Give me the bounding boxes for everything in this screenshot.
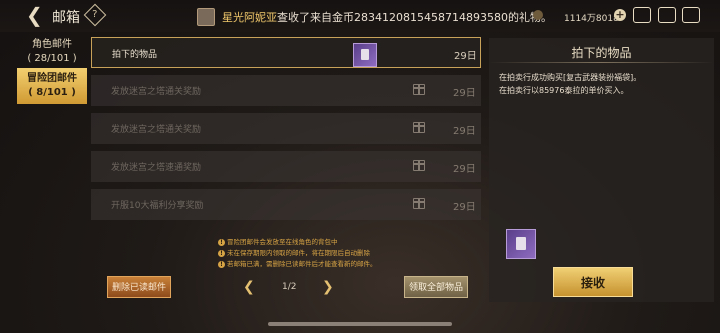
gift-icon xyxy=(413,160,425,171)
tab-count: ( 8/101 ) xyxy=(28,87,76,98)
info-note: ! 冒险团邮件会发放至在线角色的背包中 xyxy=(218,236,338,246)
attachment-item-icon[interactable] xyxy=(506,229,536,259)
detail-text: 在拍卖行成功购买[复古武器装扮福袋]。 xyxy=(499,73,642,82)
mail-title: 发放迷宫之塔速通奖励 xyxy=(111,163,202,173)
mail-days: 29日 xyxy=(453,202,476,213)
mail-detail-panel: 拍下的物品 在拍卖行成功购买[复古武器装扮福袋]。 在拍卖行以85976泰拉的单… xyxy=(489,38,714,302)
delete-read-button[interactable]: 删除已读邮件 xyxy=(107,276,171,298)
notice-avatar-icon xyxy=(197,8,215,26)
divider xyxy=(489,62,714,63)
gift-icon xyxy=(413,122,425,133)
menu-icon[interactable] xyxy=(682,7,700,23)
receive-button[interactable]: 接收 xyxy=(553,267,633,297)
tab-label: 角色邮件 xyxy=(32,39,72,50)
mail-row[interactable]: 发放迷宫之塔通关奖励 29日 xyxy=(91,113,481,144)
info-icon: ! xyxy=(218,249,225,257)
mail-row[interactable]: 发放迷宫之塔通关奖励 29日 xyxy=(91,75,481,106)
mail-row[interactable]: 发放迷宫之塔速通奖励 29日 xyxy=(91,151,481,182)
info-icon: ! xyxy=(218,238,225,246)
info-note: ! 未在保存期限内领取的邮件，将在期限后自动删除 xyxy=(218,247,370,257)
mail-days: 29日 xyxy=(454,51,477,62)
mail-days: 29日 xyxy=(453,164,476,175)
notice-text: 查收了来自金币2834120815458714893580的礼物。 xyxy=(277,11,552,24)
detail-text: 在拍卖行以85976泰拉的单价买入。 xyxy=(499,86,629,95)
tab-adventure-mail[interactable]: 冒险团邮件 ( 8/101 ) xyxy=(17,68,87,104)
mail-title: 开服10大福利分享奖励 xyxy=(111,201,204,211)
bag-icon[interactable] xyxy=(633,7,651,23)
mail-row[interactable]: 拍下的物品 29日 xyxy=(91,37,481,68)
page-indicator: 1/2 xyxy=(282,282,297,292)
broadcast-notice: 星光阿妮亚查收了来自金币2834120815458714893580的礼物。 xyxy=(222,9,552,25)
gift-icon xyxy=(413,84,425,95)
home-indicator xyxy=(268,322,452,326)
next-page-icon[interactable]: ❯ xyxy=(322,279,334,295)
currency-amount: 1114万8018 xyxy=(564,14,619,24)
mail-title: 拍下的物品 xyxy=(112,50,158,60)
mail-title: 发放迷宫之塔通关奖励 xyxy=(111,125,202,135)
item-box-icon xyxy=(353,43,377,67)
collect-all-button[interactable]: 领取全部物品 xyxy=(404,276,468,298)
page-title: 邮箱 xyxy=(52,10,80,26)
gift-icon xyxy=(413,198,425,209)
tab-count: ( 28/101 ) xyxy=(27,53,77,64)
prev-page-icon[interactable]: ❮ xyxy=(243,279,255,295)
mail-days: 29日 xyxy=(453,88,476,99)
info-note: ! 若邮箱已满，需删除已读邮件后才能查看新的邮件。 xyxy=(218,258,377,268)
mail-list: 拍下的物品 29日 发放迷宫之塔通关奖励 29日 发放迷宫之塔通关奖励 29日 … xyxy=(91,35,483,231)
tab-character-mail[interactable]: 角色邮件 ( 28/101 ) xyxy=(17,35,87,67)
detail-title: 拍下的物品 xyxy=(571,46,632,60)
mail-row[interactable]: 开服10大福利分享奖励 29日 xyxy=(91,189,481,220)
notice-player-name: 星光阿妮亚 xyxy=(222,11,277,24)
mail-days: 29日 xyxy=(453,126,476,137)
info-icon: ! xyxy=(218,260,225,268)
coin-icon xyxy=(533,10,543,20)
add-currency-button[interactable]: + xyxy=(614,9,626,21)
back-arrow-icon[interactable]: ❮ xyxy=(26,5,43,25)
mail-title: 发放迷宫之塔通关奖励 xyxy=(111,87,202,97)
tab-label: 冒险团邮件 xyxy=(27,73,77,84)
mail-icon[interactable] xyxy=(658,7,676,23)
